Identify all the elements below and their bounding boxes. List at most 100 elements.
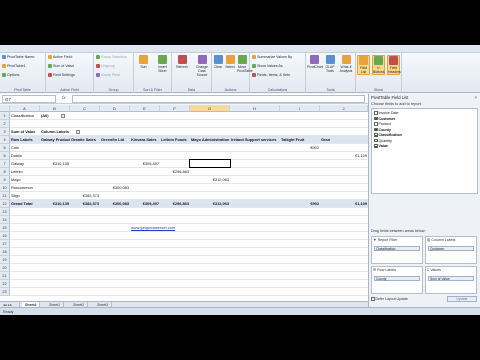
row-header[interactable]: 13 [0, 208, 10, 216]
ribbon-item[interactable]: Fields, Items, & Sets [252, 73, 290, 77]
column-header[interactable]: D [100, 105, 130, 112]
pivot-area-0[interactable]: ▼ Report Filter Classification [371, 236, 423, 264]
defer-checkbox[interactable] [371, 297, 375, 301]
ribbon-item[interactable]: Group Selection [96, 55, 127, 59]
field-checkbox[interactable] [374, 127, 378, 132]
defer-layout-update[interactable]: Defer Layout Update [371, 297, 408, 301]
column-labels-header[interactable]: Column Labels [40, 128, 74, 135]
ribbon-item-label: Group Field [101, 73, 120, 77]
row-header[interactable]: 14 [0, 216, 10, 224]
ribbon-item[interactable]: Options [2, 73, 19, 77]
row-header[interactable]: 19 [0, 256, 10, 264]
ribbon-button[interactable]: OLAP Tools [323, 55, 337, 73]
row-header[interactable]: 21 [0, 272, 10, 280]
name-box[interactable]: G7 [2, 95, 56, 103]
column-header[interactable]: F [160, 105, 190, 112]
column-header[interactable]: J [320, 105, 368, 112]
ribbon-button[interactable]: Change Data Source [193, 55, 211, 77]
column-header[interactable]: C [70, 105, 100, 112]
column-header[interactable]: I [280, 105, 320, 112]
formula-input[interactable] [72, 95, 365, 103]
ribbon-button[interactable]: Sort [135, 55, 152, 69]
row-header[interactable]: 5 [0, 144, 10, 152]
ribbon-button[interactable]: Select [225, 55, 235, 69]
ribbon-button[interactable]: What-If Analysis [339, 55, 353, 73]
area-field-chip[interactable]: Customer [428, 246, 474, 251]
update-button[interactable]: Update [447, 296, 477, 302]
filter-dropdown-icon[interactable] [61, 114, 65, 118]
worksheet-grid[interactable]: A B C D E F G H I J 1 Classification (All) 2 3 Sum of V… [0, 105, 368, 301]
field-item[interactable]: Invoice Date [374, 111, 398, 115]
row-header[interactable]: 12 [0, 200, 10, 208]
select-all-corner[interactable] [0, 105, 10, 112]
row-header[interactable]: 2 [0, 120, 10, 128]
ribbon-button[interactable]: Clear [213, 55, 223, 69]
ribbon-button[interactable]: Insert Slicer [154, 55, 171, 73]
ribbon-item[interactable]: Sum of Value [48, 64, 74, 68]
field-item[interactable]: Customer [374, 117, 395, 121]
row-header[interactable]: 4 [0, 136, 10, 144]
ribbon-button[interactable]: Move PivotTable [237, 55, 253, 73]
row-header[interactable]: 10 [0, 184, 10, 192]
row-header[interactable]: 8 [0, 168, 10, 176]
active-cell[interactable] [189, 159, 231, 168]
row-labels-header[interactable]: Row Labels [10, 136, 40, 143]
row-header[interactable]: 7 [0, 160, 10, 168]
ribbon-item[interactable]: PivotTable1 [2, 64, 26, 68]
row-header[interactable]: 18 [0, 248, 10, 256]
field-checkbox[interactable] [374, 133, 378, 137]
field-item[interactable]: Value [374, 144, 388, 148]
field-checkbox[interactable] [374, 144, 378, 148]
video-frame: PivotTable PivotTable Name: PivotTable1 Opt… [0, 0, 480, 360]
row-header[interactable]: 23 [0, 288, 10, 296]
ribbon-button[interactable]: Field List [357, 55, 370, 75]
ribbon-item[interactable]: PivotTable Name: [2, 55, 35, 59]
ribbon-button[interactable]: Refresh [173, 55, 191, 69]
row-header[interactable]: 6 [0, 152, 10, 160]
ribbon-item[interactable]: Summarize Values By [252, 55, 292, 59]
row-header[interactable]: 17 [0, 240, 10, 248]
pivot-area-1[interactable]: ▥ Column Labels Customer [425, 236, 477, 264]
area-field-chip[interactable]: Sum of Value [428, 276, 474, 281]
row-header[interactable]: 15 [0, 224, 10, 232]
ribbon-button[interactable]: PivotChart [307, 55, 323, 69]
column-header[interactable]: A [10, 105, 40, 112]
column-header[interactable]: E [130, 105, 160, 112]
field-item[interactable]: Product [374, 122, 391, 126]
column-header[interactable]: G [190, 105, 230, 112]
field-name: Product [378, 122, 391, 126]
row-header[interactable]: 1 [0, 112, 10, 120]
ribbon-item[interactable]: Show Values As [252, 64, 283, 68]
ribbon-button[interactable]: Field Headers [387, 55, 401, 75]
row-header[interactable]: 3 [0, 128, 10, 136]
column-header[interactable]: H [230, 105, 280, 112]
area-field-chip[interactable]: Classification [374, 246, 420, 251]
row-header[interactable]: 22 [0, 280, 10, 288]
website-link[interactable]: www.getgoodatexcel.com [130, 224, 210, 231]
field-checkbox[interactable] [374, 116, 378, 121]
area-field-chip[interactable]: County [374, 276, 420, 281]
ribbon-item[interactable]: Group Field [96, 73, 120, 77]
field-item[interactable]: County [374, 128, 391, 132]
field-item[interactable]: Classification [374, 133, 402, 137]
row-header[interactable]: 20 [0, 264, 10, 272]
row-header[interactable]: 9 [0, 176, 10, 184]
row-header[interactable]: 11 [0, 192, 10, 200]
field-checkbox[interactable] [374, 122, 378, 126]
close-icon[interactable]: × [475, 95, 477, 100]
field-checkbox[interactable] [374, 138, 378, 143]
ribbon-item[interactable]: Ungroup [96, 64, 115, 68]
report-filter-value[interactable]: (All) [40, 112, 70, 119]
column-labels-dropdown-icon[interactable] [76, 130, 80, 134]
row-header[interactable]: 16 [0, 232, 10, 240]
field-checkbox[interactable] [374, 111, 378, 115]
field-item[interactable]: Quantity [374, 139, 392, 143]
ribbon-button[interactable]: +/- Buttons [372, 55, 385, 75]
column-header[interactable]: B [40, 105, 70, 112]
ribbon-item[interactable]: Field Settings [48, 73, 75, 77]
pivot-area-2[interactable]: ☰ Row Labels County [371, 266, 423, 294]
ribbon-button-icon [309, 55, 319, 64]
pivot-area-3[interactable]: Σ Values Sum of Value [425, 266, 477, 294]
fx-icon[interactable]: fx [62, 95, 66, 100]
ribbon-item[interactable]: Active Field: [48, 55, 73, 59]
